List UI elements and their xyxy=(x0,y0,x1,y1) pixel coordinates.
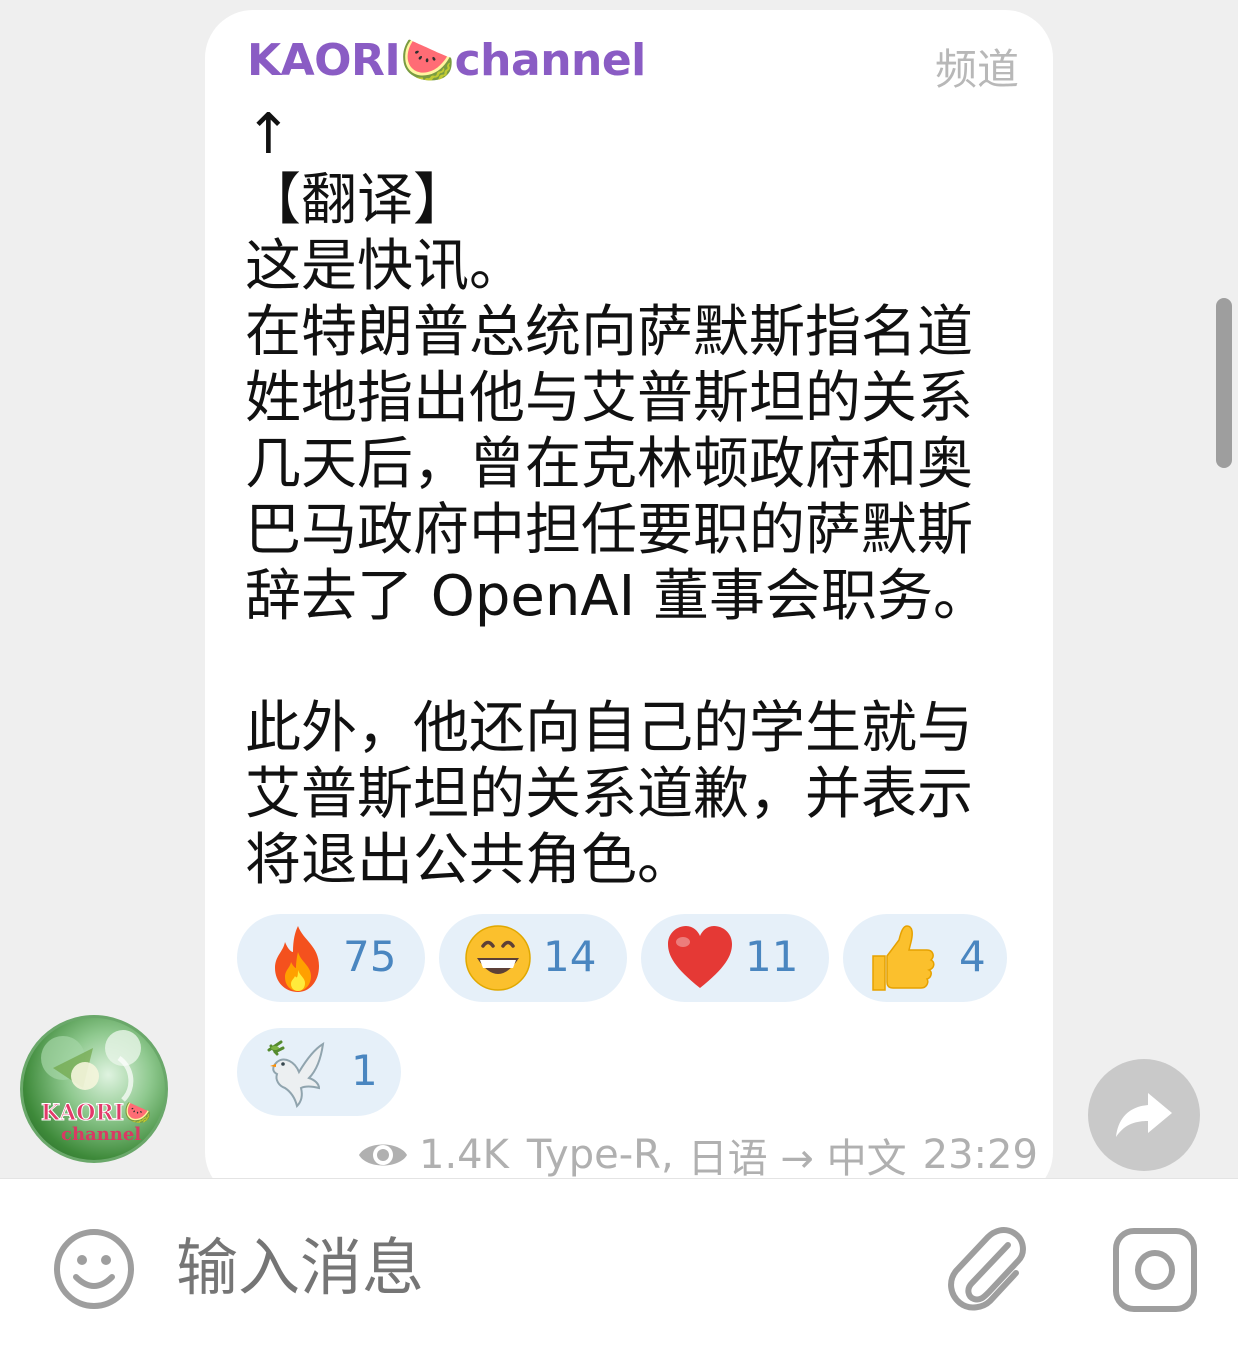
share-arrow-icon xyxy=(1116,1093,1172,1137)
grinning-face-icon xyxy=(465,925,531,991)
reaction-dove[interactable]: 1 xyxy=(237,1028,401,1116)
message-meta: 1.4K Type-R, 日语 → 中文 23:29 xyxy=(357,1130,1038,1178)
heart-icon xyxy=(668,926,732,988)
chat-area[interactable]: KAORI🍉channel 频道 ↑ 【翻译】 这是快讯。 在特朗普总统向萨默斯… xyxy=(0,0,1238,1178)
message-input[interactable] xyxy=(176,1231,876,1307)
scrollbar-thumb[interactable] xyxy=(1216,298,1232,468)
reaction-count: 1 xyxy=(351,1046,378,1095)
reaction-thumbs-up[interactable]: 4 xyxy=(843,914,1007,1002)
channel-tag: 频道 xyxy=(934,45,1019,94)
eye-icon xyxy=(359,1144,407,1166)
author-signature: Type-R, xyxy=(526,1132,674,1178)
reaction-fire[interactable]: 75 xyxy=(237,914,425,1002)
share-button[interactable] xyxy=(1088,1059,1200,1171)
avatar[interactable]: KAORI🍉 channel xyxy=(20,1015,168,1163)
thumbs-up-icon xyxy=(872,925,935,991)
attach-icon[interactable] xyxy=(942,1223,1032,1315)
avatar-label: KAORI🍉 xyxy=(40,1100,152,1127)
message-time: 23:29 xyxy=(922,1132,1038,1178)
avatar-label-sub: channel xyxy=(61,1124,142,1145)
reaction-count: 11 xyxy=(745,932,799,981)
reaction-count: 75 xyxy=(343,932,397,981)
dove-icon xyxy=(267,1040,325,1108)
message-bubble[interactable]: KAORI🍉channel 频道 ↑ 【翻译】 这是快讯。 在特朗普总统向萨默斯… xyxy=(205,10,1053,1178)
reaction-count: 4 xyxy=(959,932,986,981)
reaction-count: 14 xyxy=(543,932,597,981)
message-input-bar xyxy=(0,1178,1238,1366)
fire-icon xyxy=(275,926,319,992)
emoji-picker-icon[interactable] xyxy=(52,1227,136,1311)
reaction-grinning[interactable]: 14 xyxy=(439,914,627,1002)
translation-label: 日语 → 中文 xyxy=(687,1136,907,1178)
camera-icon[interactable] xyxy=(1112,1227,1198,1313)
reaction-heart[interactable]: 11 xyxy=(641,914,829,1002)
channel-name[interactable]: KAORI🍉channel xyxy=(247,34,646,86)
view-count: 1.4K xyxy=(419,1132,509,1178)
message-text: ↑ 【翻译】 这是快讯。 在特朗普总统向萨默斯指名道 姓地指出他与艾普斯坦的关系… xyxy=(245,102,989,893)
